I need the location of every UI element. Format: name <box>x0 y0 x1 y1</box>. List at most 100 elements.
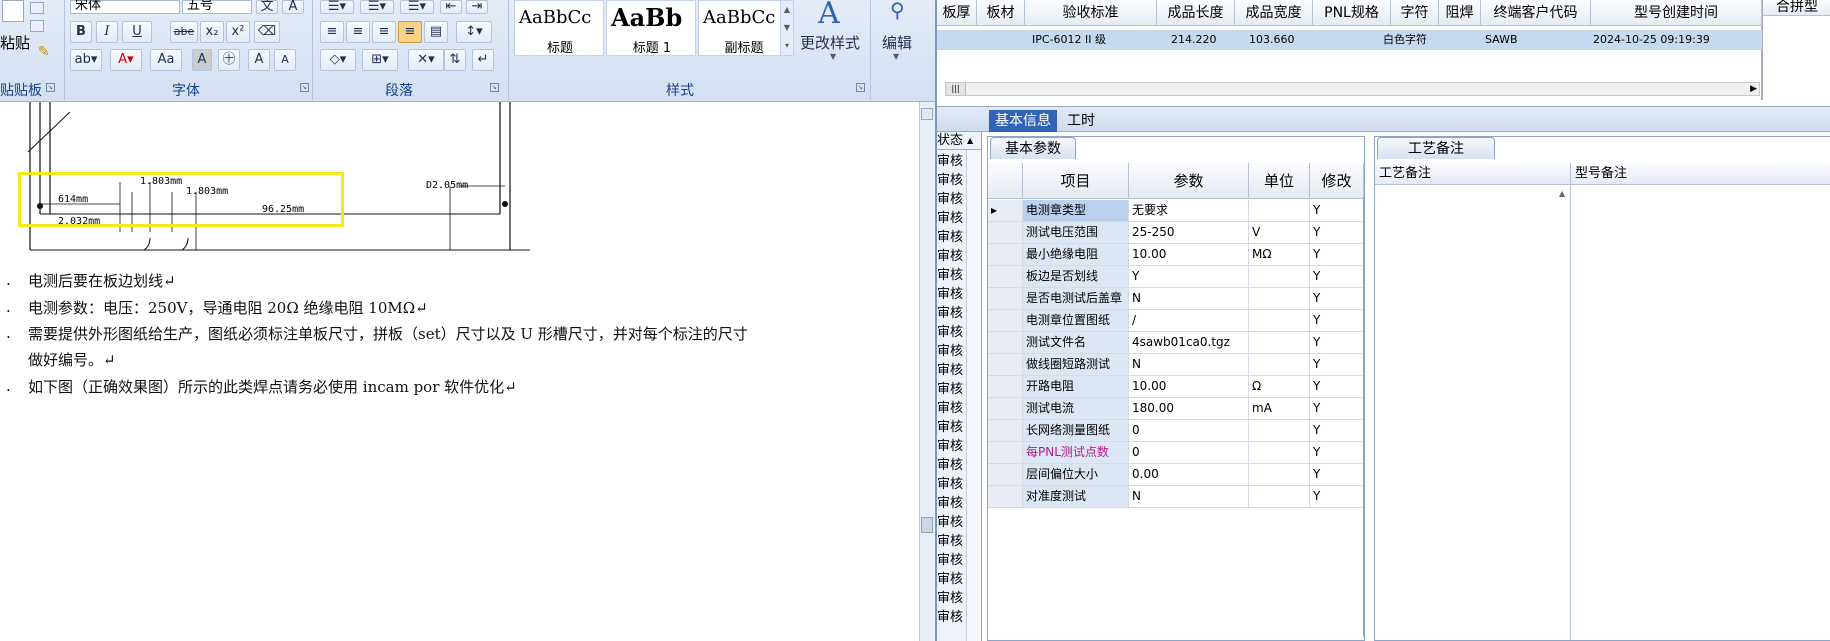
list-item[interactable]: 审核 <box>937 608 965 627</box>
doc-line-4[interactable]: 做好编号。↵ <box>28 349 116 370</box>
list-item[interactable]: 审核 <box>937 285 965 304</box>
col-header[interactable]: 验收标准 <box>1025 0 1157 26</box>
list-item[interactable]: 审核 <box>937 361 965 380</box>
paragraph-launcher-icon[interactable]: ↘ <box>490 83 499 92</box>
subscript-button[interactable]: x₂ <box>200 21 224 43</box>
col-header[interactable]: 字符 <box>1391 0 1439 26</box>
row-indicator[interactable] <box>988 486 1023 507</box>
row-indicator[interactable] <box>988 244 1023 265</box>
param-unit-cell[interactable]: MΩ <box>1249 244 1310 265</box>
row-indicator[interactable] <box>988 442 1023 463</box>
col-header[interactable]: 板厚 <box>937 0 977 26</box>
param-mod-cell[interactable]: Y <box>1310 288 1364 309</box>
table-row[interactable]: 做线圈短路测试 N Y <box>988 354 1364 376</box>
param-value-cell[interactable]: 0 <box>1129 442 1249 463</box>
decrease-indent-icon[interactable]: ⇤ <box>440 0 462 14</box>
col-header[interactable]: 成品长度 <box>1157 0 1235 26</box>
tab-process-notes[interactable]: 工艺备注 <box>1377 137 1495 159</box>
param-value-cell[interactable]: N <box>1129 354 1249 375</box>
col-header[interactable]: 型号备注 <box>1571 163 1830 185</box>
param-mod-cell[interactable]: Y <box>1310 398 1364 419</box>
row-pointer-icon[interactable]: ▸ <box>988 200 1023 221</box>
row-indicator[interactable] <box>988 332 1023 353</box>
param-unit-cell[interactable]: mA <box>1249 398 1310 419</box>
bullets-icon[interactable]: ☰▾ <box>320 0 354 14</box>
tab-basic-info[interactable]: 基本信息 <box>989 110 1057 132</box>
param-value-cell[interactable]: 0 <box>1129 420 1249 441</box>
param-value-cell[interactable]: N <box>1129 486 1249 507</box>
param-mod-cell[interactable]: Y <box>1310 332 1364 353</box>
list-item[interactable]: 审核 <box>937 570 965 589</box>
font-launcher-icon[interactable]: ↘ <box>300 83 309 92</box>
chinese-layout-icon[interactable]: ✕▾ <box>408 49 444 71</box>
table-row[interactable]: 层间偏位大小 0.00 Y <box>988 464 1364 486</box>
param-unit-cell[interactable] <box>1249 332 1310 353</box>
list-item[interactable]: 审核 <box>937 589 965 608</box>
param-value-cell[interactable]: 0.00 <box>1129 464 1249 485</box>
list-item[interactable]: 审核 <box>937 342 965 361</box>
list-item[interactable]: 审核 <box>937 551 965 570</box>
table-row[interactable]: 开路电阻 10.00 Ω Y <box>988 376 1364 398</box>
list-item[interactable]: 审核 <box>937 456 965 475</box>
param-mod-cell[interactable]: Y <box>1310 200 1364 221</box>
param-unit-cell[interactable] <box>1249 200 1310 221</box>
list-item[interactable]: 审核 <box>937 247 965 266</box>
font-size-combo[interactable]: 五号 <box>182 0 252 14</box>
row-indicator[interactable] <box>988 266 1023 287</box>
param-value-cell[interactable]: 180.00 <box>1129 398 1249 419</box>
align-center-icon[interactable]: ≡ <box>346 21 370 43</box>
col-header[interactable]: 成品宽度 <box>1235 0 1313 26</box>
list-item[interactable]: 审核 <box>937 399 965 418</box>
col-header[interactable]: 合拼型 <box>1763 0 1830 16</box>
list-item[interactable]: 审核 <box>937 437 965 456</box>
row-indicator[interactable] <box>988 376 1023 397</box>
bold-button[interactable]: B <box>70 21 92 43</box>
tab-worktime[interactable]: 工时 <box>1061 110 1101 132</box>
grow-font-button[interactable]: A <box>248 49 270 71</box>
param-unit-cell[interactable] <box>1249 288 1310 309</box>
cut-icon[interactable] <box>30 2 44 14</box>
align-right-icon[interactable]: ≡ <box>372 21 396 43</box>
row-indicator[interactable] <box>988 354 1023 375</box>
param-value-cell[interactable]: N <box>1129 288 1249 309</box>
shading-icon[interactable]: ◇▾ <box>320 49 356 71</box>
list-item[interactable]: 审核 <box>937 304 965 323</box>
table-row[interactable]: 长网络测量图纸 0 Y <box>988 420 1364 442</box>
row-indicator[interactable] <box>988 398 1023 419</box>
styles-launcher-icon[interactable]: ↘ <box>856 83 865 92</box>
param-unit-cell[interactable] <box>1249 354 1310 375</box>
font-color-icon[interactable]: A▾ <box>110 49 142 71</box>
param-mod-cell[interactable]: Y <box>1310 244 1364 265</box>
enclose-char-icon[interactable]: ㊉ <box>218 49 240 71</box>
list-item[interactable]: 审核 <box>937 494 965 513</box>
font-name-combo[interactable]: 宋体 <box>70 0 180 14</box>
row-indicator[interactable] <box>988 420 1023 441</box>
col-header[interactable]: 工艺备注 <box>1375 163 1571 185</box>
param-value-cell[interactable]: 无要求 <box>1129 200 1249 221</box>
doc-line-5[interactable]: 如下图（正确效果图）所示的此类焊点请务必使用 incam por 软件优化↵ <box>28 376 517 397</box>
list-item[interactable]: 审核 <box>937 513 965 532</box>
distributed-icon[interactable]: ▤ <box>424 21 448 43</box>
row-indicator[interactable] <box>988 464 1023 485</box>
list-item[interactable]: 审核 <box>937 475 965 494</box>
param-value-cell[interactable]: / <box>1129 310 1249 331</box>
shrink-font-button[interactable]: A <box>274 49 296 71</box>
document-scrollbar[interactable] <box>919 102 935 641</box>
table-row[interactable]: 测试电流 180.00 mA Y <box>988 398 1364 420</box>
paste-icon[interactable] <box>2 0 24 22</box>
param-unit-cell[interactable]: Ω <box>1249 376 1310 397</box>
font-style-icon[interactable]: 文 <box>256 0 278 14</box>
table-row[interactable]: ▸ 电测章类型 无要求 Y <box>988 200 1364 222</box>
format-painter-icon[interactable]: ✎ <box>38 44 50 60</box>
doc-line-1[interactable]: 电测后要在板边划线↵ <box>28 270 176 291</box>
param-value-cell[interactable]: 25-250 <box>1129 222 1249 243</box>
font-effects-icon[interactable]: A <box>282 0 304 14</box>
col-header[interactable]: 阻焊 <box>1439 0 1481 26</box>
param-unit-cell[interactable] <box>1249 266 1310 287</box>
doc-line-3[interactable]: 需要提供外形图纸给生产，图纸必须标注单板尺寸，拼板（set）尺寸以及 U 形槽尺… <box>28 323 748 344</box>
clear-format-icon[interactable]: ⌫ <box>254 21 280 43</box>
grid-hscrollbar[interactable]: ||| ▶ <box>945 82 1760 96</box>
list-item[interactable]: 审核 <box>937 380 965 399</box>
numbering-icon[interactable]: ☰▾ <box>360 0 394 14</box>
row-indicator[interactable] <box>988 288 1023 309</box>
